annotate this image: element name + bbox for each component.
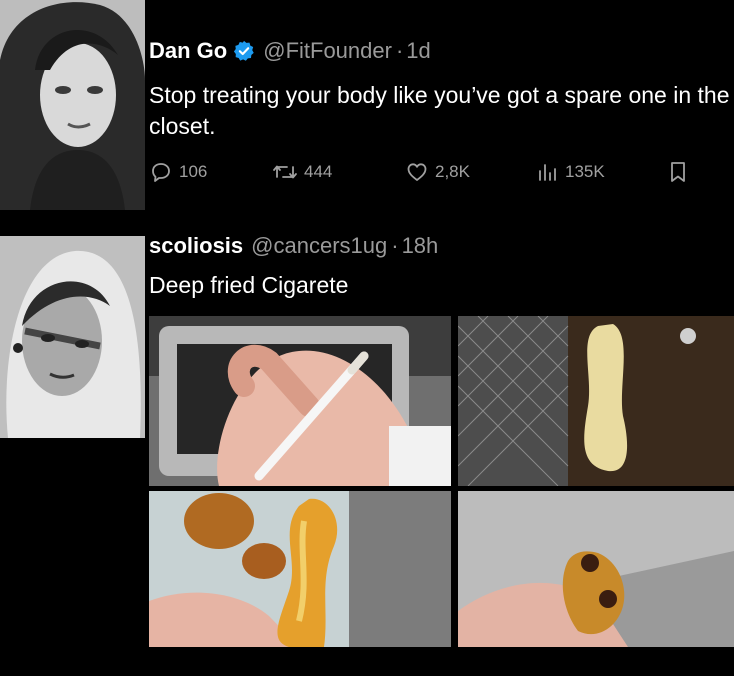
- reply-count: 106: [179, 162, 208, 181]
- avatar-scoliosis[interactable]: [0, 236, 145, 438]
- timestamp[interactable]: 18h: [402, 233, 439, 259]
- retweet-icon: [273, 165, 297, 179]
- like-icon: [407, 163, 427, 181]
- tweet2-text: Deep fried Cigarete: [149, 272, 349, 298]
- like-button[interactable]: 2,8K: [405, 160, 470, 184]
- avatar-dan-go[interactable]: [0, 0, 145, 210]
- views-icon: [539, 164, 556, 181]
- separator-dot: ·: [391, 233, 399, 258]
- tweet1-text: Stop treating your body like you’ve got …: [149, 82, 730, 139]
- author-name[interactable]: Dan Go: [149, 38, 227, 64]
- like-count: 2,8K: [435, 162, 470, 181]
- media-image-hand-holding-cigarette[interactable]: [149, 316, 451, 486]
- view-count: 135K: [565, 162, 605, 181]
- media-image-fryer[interactable]: [458, 316, 734, 486]
- timestamp[interactable]: 1d: [406, 38, 430, 64]
- reply-button[interactable]: 106: [149, 160, 207, 184]
- retweet-count: 444: [304, 162, 333, 181]
- media-image-fried-cigarette-held[interactable]: [149, 491, 451, 647]
- verified-badge-icon: [233, 40, 255, 62]
- separator-dot: ·: [395, 38, 404, 63]
- reply-icon: [152, 163, 170, 182]
- tweet1-action-bar: 106 444 2,8K 135K: [149, 160, 729, 190]
- views-button[interactable]: 135K: [535, 160, 605, 184]
- media-image-fried-cigarette-cross-section[interactable]: [458, 491, 734, 647]
- author-name[interactable]: scoliosis: [149, 233, 243, 259]
- bookmark-button[interactable]: [667, 160, 695, 184]
- retweet-button[interactable]: 444: [272, 160, 332, 184]
- author-handle[interactable]: @FitFounder: [263, 38, 392, 64]
- author-handle[interactable]: @cancers1ug: [251, 233, 387, 259]
- tweet2-header: scoliosis @cancers1ug · 18h: [149, 233, 438, 259]
- bookmark-icon: [671, 162, 685, 182]
- tweet1-header: Dan Go @FitFounder · 1d: [149, 38, 431, 64]
